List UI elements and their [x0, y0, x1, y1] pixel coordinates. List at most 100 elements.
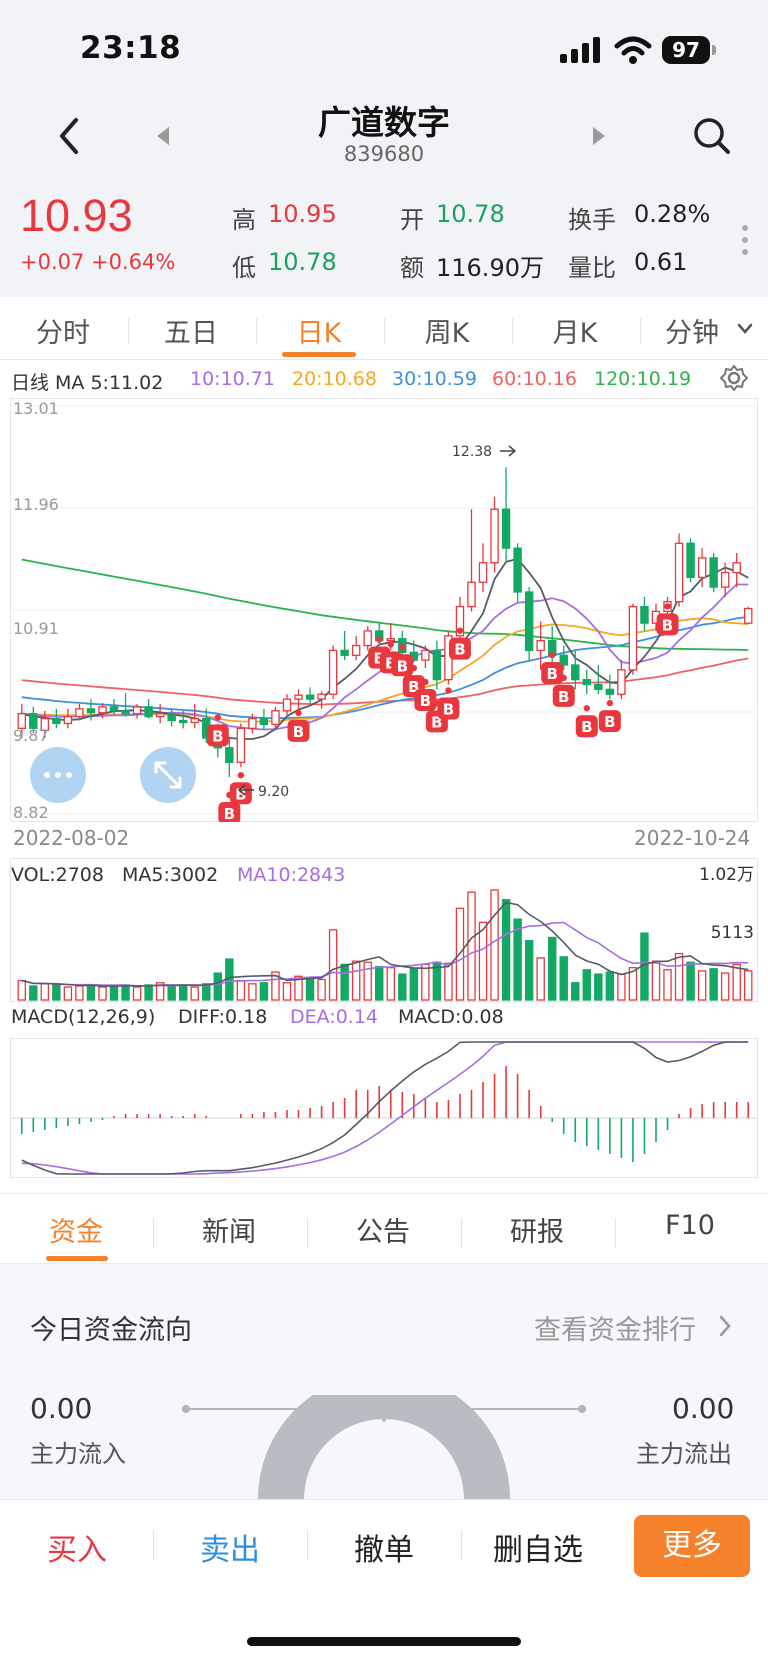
fund-flow-gauge [182, 1395, 586, 1499]
candle-body [351, 644, 361, 656]
candle-body [478, 562, 488, 583]
more-button[interactable]: 更多 [634, 1515, 750, 1577]
candle-body [640, 605, 649, 624]
macd-value-legend: MACD:0.08 [398, 1006, 504, 1028]
tab-research[interactable]: 研报 [477, 1210, 597, 1249]
low-value: 10.78 [268, 248, 337, 276]
tab-divider [640, 318, 641, 344]
more-vertical-icon[interactable] [740, 224, 750, 256]
volume-bar [663, 969, 672, 1001]
kline-chart[interactable]: BBBBB B BBBBBBBBB BB 13.01 11.96 10.91 9.87… [10, 398, 758, 822]
tab-intraday[interactable]: 分时 [8, 311, 118, 350]
volume-bar [467, 891, 476, 1001]
candle-body [467, 581, 476, 608]
search-icon[interactable] [692, 116, 732, 156]
volume-bar [375, 965, 384, 1001]
volume-bar [617, 973, 626, 1001]
volume-bar [305, 977, 315, 1001]
volume-bar [697, 970, 707, 1001]
tab-divider [307, 1218, 308, 1248]
volume-bar [17, 979, 26, 1001]
candle-body [732, 562, 741, 574]
volume-bar [29, 985, 38, 1001]
volume-bar [582, 969, 592, 1001]
tab-announcements[interactable]: 公告 [323, 1210, 443, 1249]
candle-body [386, 638, 395, 642]
sell-button[interactable]: 卖出 [165, 1525, 295, 1569]
volume-bar [52, 984, 61, 1001]
home-indicator [247, 1637, 521, 1646]
tab-weekly-k[interactable]: 周K [392, 311, 502, 350]
volume-ratio-label: 量比 [568, 254, 616, 282]
active-bottom-tab-indicator [46, 1256, 108, 1261]
high-annotation: 12.38 [452, 444, 492, 460]
fund-ranking-link[interactable]: 查看资金排行 [534, 1308, 696, 1347]
signal-dot [422, 678, 429, 686]
volume-bar [317, 978, 326, 1001]
buy-signal-label: B [224, 805, 235, 822]
volume-bar [605, 971, 615, 1001]
vol-legend: VOL:2708 [11, 864, 104, 886]
tab-five-day[interactable]: 五日 [136, 311, 246, 350]
tab-funds[interactable]: 资金 [16, 1210, 136, 1249]
main-inflow-value: 0.00 [30, 1392, 93, 1425]
cellular-signal-icon [560, 37, 600, 63]
cancel-order-button[interactable]: 撤单 [319, 1525, 449, 1569]
x-end-date: 2022-10-24 [634, 826, 751, 850]
candle-body [605, 688, 615, 695]
signal-dot [606, 699, 614, 707]
tab-daily-k[interactable]: 日K [264, 311, 374, 350]
signal-dot [376, 636, 383, 643]
ma30-legend: 30:10.59 [392, 368, 477, 390]
action-divider [153, 1530, 154, 1560]
battery-cap [712, 45, 716, 55]
macd-chart[interactable] [10, 1038, 758, 1178]
buy-button[interactable]: 买入 [12, 1525, 142, 1569]
candle-body [686, 542, 695, 579]
open-label: 开 [400, 206, 424, 234]
volume-bar [674, 952, 684, 1001]
volume-bar [651, 960, 661, 1001]
chevron-right-icon[interactable] [718, 1314, 732, 1338]
candle-body [363, 630, 372, 647]
volume-bar [109, 985, 119, 1001]
tab-divider [128, 318, 129, 344]
candle-body [340, 649, 349, 656]
volume-bar [524, 940, 534, 1001]
volume-bar [501, 899, 511, 1001]
settings-gear-icon[interactable] [720, 364, 748, 392]
tab-f10[interactable]: F10 [630, 1210, 750, 1241]
remove-watchlist-button[interactable]: 删自选 [473, 1525, 603, 1569]
candle-body [75, 708, 84, 718]
signal-dot [560, 674, 567, 682]
tab-divider [384, 318, 385, 344]
next-stock-icon[interactable] [590, 125, 608, 147]
buy-signal-label: B [546, 665, 557, 683]
chevron-down-icon[interactable] [736, 322, 754, 336]
candle-body [582, 678, 592, 686]
volume-bar [686, 961, 695, 1001]
volume-bar [86, 984, 96, 1001]
tab-news[interactable]: 新闻 [169, 1210, 289, 1249]
candle-body [720, 571, 730, 588]
y-tick-label: 13.01 [13, 399, 59, 418]
main-outflow-label: 主力流出 [636, 1440, 732, 1468]
ma-legend-prefix: 日线 MA 5:11.02 [11, 372, 164, 394]
buy-signal-label: B [581, 718, 592, 736]
tab-monthly-k[interactable]: 月K [520, 311, 630, 350]
tab-minute[interactable]: 分钟 [650, 311, 734, 350]
macd-diff-legend: DIFF:0.18 [178, 1006, 268, 1028]
stock-code: 839680 [343, 142, 425, 166]
volume-bar [340, 963, 349, 1001]
tab-divider [512, 318, 513, 344]
volume-bar [213, 972, 223, 1001]
volume-bar [190, 986, 199, 1001]
candle-body [155, 713, 165, 718]
wifi-icon [614, 36, 652, 64]
tab-divider [461, 1218, 462, 1248]
main-outflow-value: 0.00 [672, 1392, 735, 1425]
volume-bar [328, 929, 338, 1001]
buy-signal-label: B [212, 728, 223, 746]
candle-body [317, 693, 326, 700]
candle-body [248, 717, 257, 729]
